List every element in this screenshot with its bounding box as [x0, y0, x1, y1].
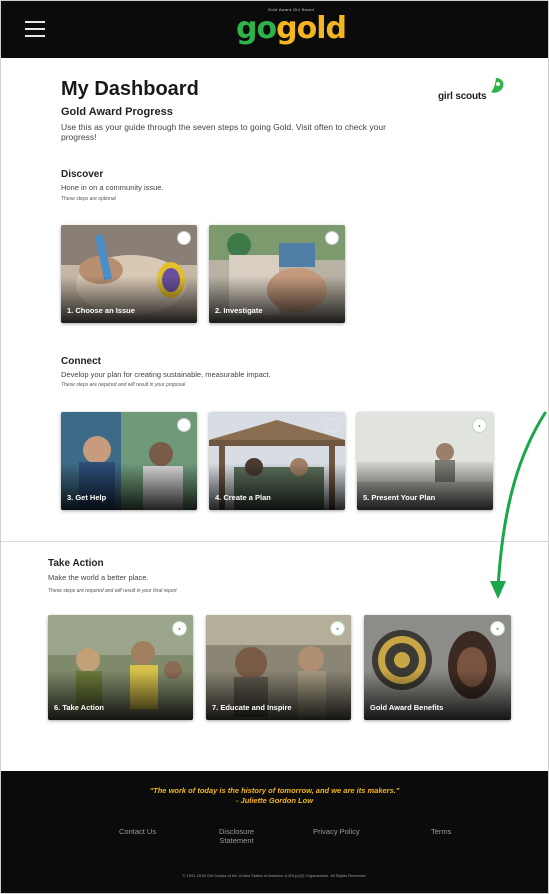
- footer-link-terms[interactable]: Terms: [431, 827, 451, 836]
- gogold-logo[interactable]: Gold Award Girl Board gogold: [236, 7, 347, 53]
- quote-text: "The work of today is the history of tom…: [149, 786, 400, 795]
- card-overlay: [209, 462, 345, 510]
- step-label: 4. Create a Plan: [215, 493, 271, 502]
- logo-go: go: [236, 11, 277, 46]
- card-overlay: [48, 669, 193, 720]
- connect-note: These steps are required and will result…: [61, 382, 186, 388]
- lock-badge-icon: ●: [330, 621, 345, 636]
- girl-scouts-logo: girl scouts: [438, 77, 518, 107]
- connect-heading: Connect: [61, 356, 101, 367]
- logo-wordmark: gogold: [236, 11, 347, 46]
- step-label: 2. Investigate: [215, 306, 263, 315]
- step-label: 5. Present Your Plan: [363, 493, 436, 502]
- card-overlay: [206, 669, 351, 720]
- section-subtitle: Gold Award Progress: [61, 106, 173, 118]
- footer-link-privacy[interactable]: Privacy Policy: [313, 827, 360, 836]
- disclosure-line-1: Disclosure: [219, 827, 255, 836]
- take-action-note: These steps are required and will result…: [48, 588, 177, 594]
- card-overlay: [357, 462, 493, 510]
- step-label: 1. Choose an Issue: [67, 306, 135, 315]
- trefoil-icon: [491, 78, 504, 93]
- annotation-arrow-icon: [490, 411, 547, 599]
- page-title: My Dashboard: [61, 78, 199, 100]
- take-action-heading: Take Action: [48, 558, 104, 569]
- discover-note: These steps are optional: [61, 196, 116, 202]
- step-card-educate-inspire[interactable]: ● 7. Educate and Inspire: [206, 615, 351, 720]
- step-card-present-plan[interactable]: ● 5. Present Your Plan: [357, 412, 493, 510]
- step-status-icon: [325, 231, 339, 245]
- card-overlay: [209, 275, 345, 323]
- card-overlay: [61, 275, 197, 323]
- girl-scouts-wordmark: girl scouts: [438, 91, 487, 102]
- logo-gold: gold: [276, 11, 347, 46]
- footer-link-disclosure[interactable]: Disclosure Statement: [219, 827, 254, 845]
- lock-badge-icon: ●: [172, 621, 187, 636]
- card-overlay: [364, 669, 511, 720]
- step-label: 6. Take Action: [54, 703, 105, 712]
- discover-description: Hone in on a community issue.: [61, 183, 164, 192]
- step-card-take-action[interactable]: ● 6. Take Action: [48, 615, 193, 720]
- take-action-description: Make the world a better place.: [48, 573, 149, 582]
- card-overlay: [61, 462, 197, 510]
- step-label: 7. Educate and Inspire: [212, 703, 292, 712]
- step-status-icon: [177, 418, 191, 432]
- quote-author: - Juliette Gordon Low: [235, 796, 314, 805]
- hamburger-menu-icon[interactable]: [25, 21, 45, 37]
- step-label: 3. Get Help: [67, 493, 107, 502]
- footer-quote: "The work of today is the history of tom…: [1, 786, 548, 806]
- step-status-icon: [177, 231, 191, 245]
- step-card-choose-issue[interactable]: 1. Choose an Issue: [61, 225, 197, 323]
- step-card-create-plan[interactable]: 4. Create a Plan: [209, 412, 345, 510]
- footer-copyright: © 1991-2018 Girl Scouts of the United St…: [182, 873, 367, 878]
- footer-link-contact[interactable]: Contact Us: [119, 827, 156, 836]
- step-card-investigate[interactable]: 2. Investigate: [209, 225, 345, 323]
- page-frame: Gold Award Girl Board gogold My Dashboar…: [0, 0, 549, 894]
- section-divider: [1, 541, 548, 542]
- step-status-icon: [325, 418, 339, 432]
- step-card-gold-award-benefits[interactable]: ● Gold Award Benefits: [364, 615, 511, 720]
- intro-text: Use this as your guide through the seven…: [61, 122, 386, 142]
- lock-badge-icon: ●: [490, 621, 505, 636]
- disclosure-line-2: Statement: [219, 836, 254, 845]
- connect-description: Develop your plan for creating sustainab…: [61, 370, 271, 379]
- top-nav-bar: Gold Award Girl Board gogold: [1, 1, 548, 58]
- discover-heading: Discover: [61, 169, 104, 180]
- step-label: Gold Award Benefits: [370, 703, 444, 712]
- step-card-get-help[interactable]: 3. Get Help: [61, 412, 197, 510]
